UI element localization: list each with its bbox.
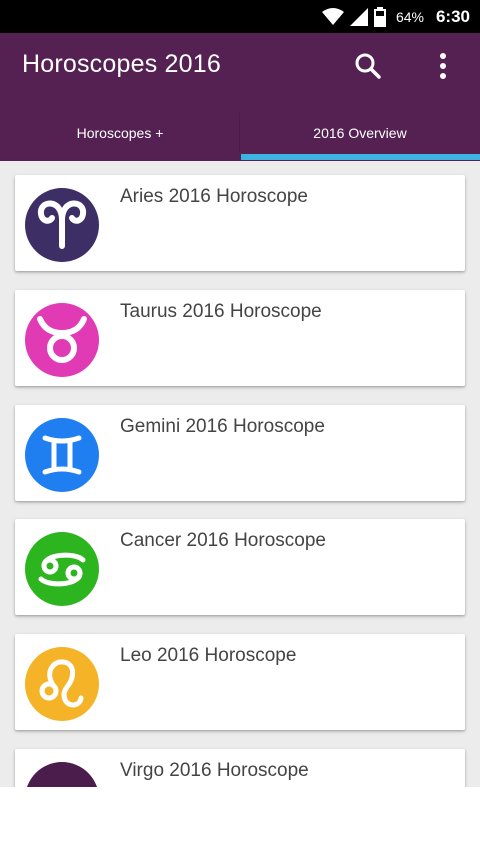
selected-tab-indicator xyxy=(241,154,480,160)
aries-icon xyxy=(25,188,99,262)
app-bar: Horoscopes 2016 Horoscopes + 2016 Overvi… xyxy=(0,33,480,161)
leo-icon xyxy=(25,647,99,721)
app-title: Horoscopes 2016 xyxy=(22,50,221,78)
list-item-title: Aries 2016 Horoscope xyxy=(120,186,308,207)
wifi-icon xyxy=(321,7,344,26)
tab-2016-overview[interactable]: 2016 Overview xyxy=(240,105,480,161)
virgo-icon xyxy=(25,762,99,787)
tab-horoscopes-plus[interactable]: Horoscopes + xyxy=(0,105,240,161)
list-item-title: Cancer 2016 Horoscope xyxy=(120,530,326,551)
signal-icon xyxy=(349,7,368,26)
list-item-leo[interactable]: Leo 2016 Horoscope xyxy=(15,634,465,730)
battery-icon xyxy=(373,6,386,27)
list-item-title: Gemini 2016 Horoscope xyxy=(120,416,325,437)
cancer-icon xyxy=(25,532,99,606)
clock: 6:30 xyxy=(435,6,470,26)
list-item-title: Virgo 2016 Horoscope xyxy=(120,760,309,781)
list-item-title: Taurus 2016 Horoscope xyxy=(120,301,322,322)
list-item-taurus[interactable]: Taurus 2016 Horoscope xyxy=(15,290,465,386)
list-item-cancer[interactable]: Cancer 2016 Horoscope xyxy=(15,519,465,615)
more-vert-icon xyxy=(440,53,446,79)
tab-bar: Horoscopes + 2016 Overview xyxy=(0,105,480,161)
list-item-virgo[interactable]: Virgo 2016 Horoscope xyxy=(15,749,465,787)
list-item-title: Leo 2016 Horoscope xyxy=(120,645,297,666)
list-item-gemini[interactable]: Gemini 2016 Horoscope xyxy=(15,405,465,501)
horoscope-list[interactable]: Aries 2016 Horoscope Taurus 2016 Horosco… xyxy=(0,161,480,787)
battery-percentage: 64% xyxy=(395,8,424,25)
status-bar: 64% 6:30 xyxy=(0,0,480,33)
search-button[interactable] xyxy=(350,48,386,84)
taurus-icon xyxy=(25,303,99,377)
more-options-button[interactable] xyxy=(425,48,461,84)
gemini-icon xyxy=(25,418,99,492)
list-item-aries[interactable]: Aries 2016 Horoscope xyxy=(15,175,465,271)
bottom-area xyxy=(0,787,480,854)
search-icon xyxy=(355,53,381,79)
